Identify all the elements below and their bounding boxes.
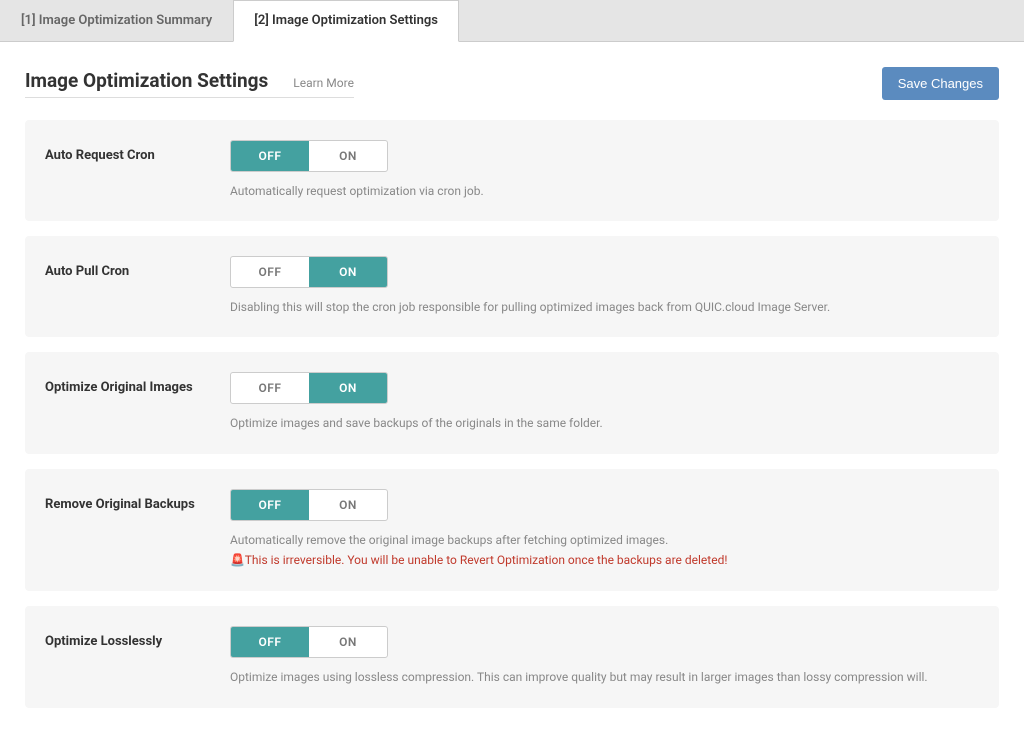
setting-desc: Optimize images using lossless compressi…: [230, 668, 979, 687]
setting-optimize-original: Optimize Original Images OFF ON Optimize…: [25, 352, 999, 453]
page-title: Image Optimization Settings: [25, 69, 268, 92]
toggle-off[interactable]: OFF: [231, 141, 309, 171]
toggle-off[interactable]: OFF: [231, 627, 309, 657]
warning-text: This is irreversible. You will be unable…: [245, 553, 728, 567]
toggle-remove-backups: OFF ON: [230, 489, 388, 521]
toggle-auto-pull-cron: OFF ON: [230, 256, 388, 288]
toggle-on[interactable]: ON: [309, 627, 387, 657]
header-left: Image Optimization Settings Learn More: [25, 69, 354, 98]
setting-optimize-losslessly: Optimize Losslessly OFF ON Optimize imag…: [25, 606, 999, 707]
toggle-off[interactable]: OFF: [231, 490, 309, 520]
toggle-optimize-losslessly: OFF ON: [230, 626, 388, 658]
setting-label: Auto Request Cron: [45, 140, 230, 163]
tab-summary[interactable]: [1] Image Optimization Summary: [0, 0, 233, 41]
toggle-on[interactable]: ON: [309, 141, 387, 171]
setting-label: Optimize Losslessly: [45, 626, 230, 649]
toggle-off[interactable]: OFF: [231, 373, 309, 403]
tabs-bar: [1] Image Optimization Summary [2] Image…: [0, 0, 1024, 42]
setting-desc: Automatically remove the original image …: [230, 531, 979, 550]
toggle-off[interactable]: OFF: [231, 257, 309, 287]
setting-label: Remove Original Backups: [45, 489, 230, 512]
toggle-optimize-original: OFF ON: [230, 372, 388, 404]
header-row: Image Optimization Settings Learn More S…: [25, 67, 999, 100]
tab-settings[interactable]: [2] Image Optimization Settings: [233, 0, 459, 42]
setting-desc: Disabling this will stop the cron job re…: [230, 298, 979, 317]
setting-remove-backups: Remove Original Backups OFF ON Automatic…: [25, 469, 999, 592]
setting-auto-pull-cron: Auto Pull Cron OFF ON Disabling this wil…: [25, 236, 999, 337]
learn-more-link[interactable]: Learn More: [293, 76, 354, 90]
setting-label: Auto Pull Cron: [45, 256, 230, 279]
toggle-on[interactable]: ON: [309, 490, 387, 520]
save-changes-button[interactable]: Save Changes: [882, 67, 999, 100]
setting-label: Optimize Original Images: [45, 372, 230, 395]
setting-warning: 🚨 This is irreversible. You will be unab…: [230, 550, 979, 572]
setting-desc: Optimize images and save backups of the …: [230, 414, 979, 433]
content-panel: Image Optimization Settings Learn More S…: [0, 42, 1024, 733]
toggle-on[interactable]: ON: [309, 373, 387, 403]
setting-auto-request-cron: Auto Request Cron OFF ON Automatically r…: [25, 120, 999, 221]
setting-desc: Automatically request optimization via c…: [230, 182, 979, 201]
warning-icon: 🚨: [230, 550, 242, 572]
toggle-auto-request-cron: OFF ON: [230, 140, 388, 172]
toggle-on[interactable]: ON: [309, 257, 387, 287]
